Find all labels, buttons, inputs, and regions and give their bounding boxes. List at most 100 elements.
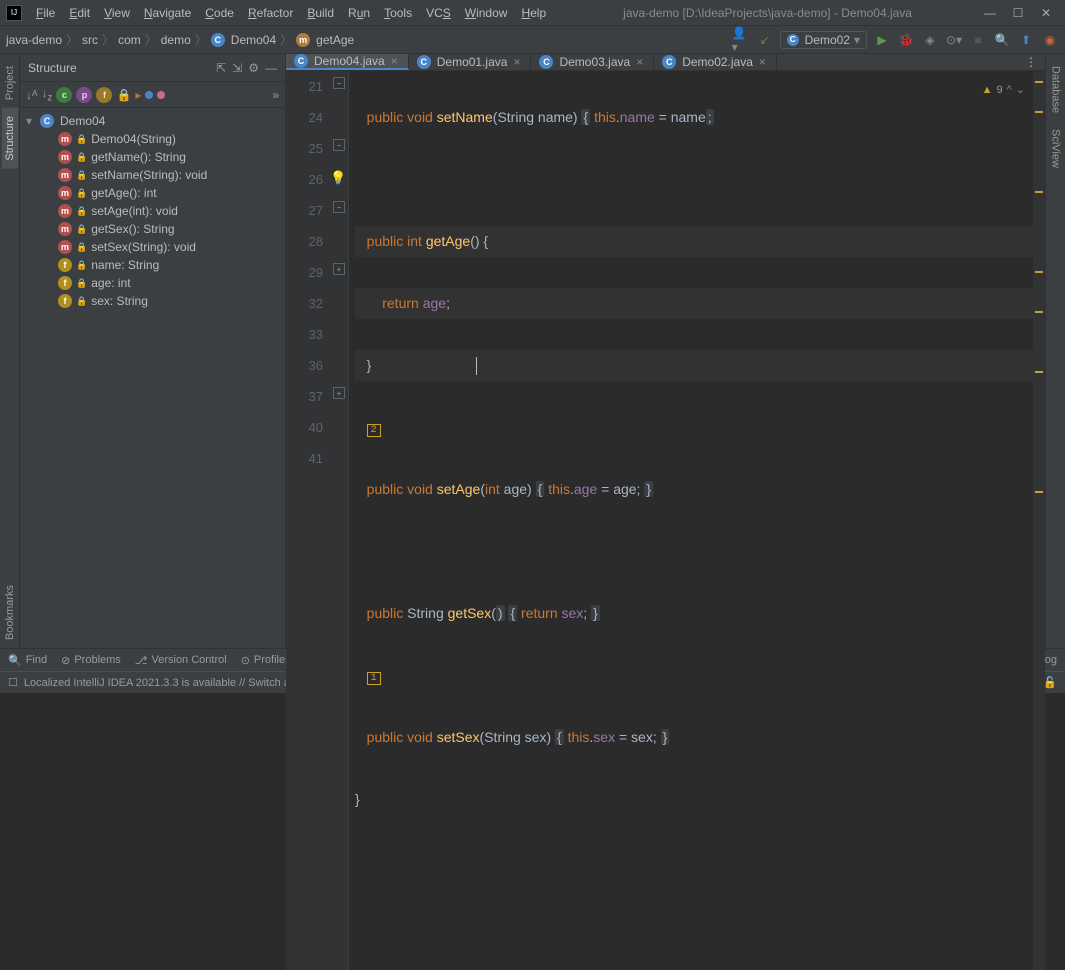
autoscroll-icon[interactable]: ▸	[135, 88, 141, 102]
menu-view[interactable]: View	[98, 4, 136, 22]
build-icon[interactable]: ↙	[756, 31, 774, 49]
tree-root[interactable]: ▾ C Demo04	[20, 112, 285, 130]
menu-edit[interactable]: Edit	[63, 4, 96, 22]
collapse-icon[interactable]: ⇲	[232, 61, 242, 75]
fold-icon[interactable]: −	[333, 201, 345, 213]
editor-body[interactable]: 21242526272829323336374041 − − 💡 − + + p…	[286, 71, 1045, 970]
settings-icon[interactable]: ⚙	[248, 61, 259, 75]
more-toolbar-icon[interactable]: »	[272, 88, 279, 102]
status-readonly-icon[interactable]: 🔓	[1043, 676, 1057, 689]
tool-vcs[interactable]: ⎇ Version Control	[135, 654, 227, 667]
ide-settings-icon[interactable]: ◉	[1041, 31, 1059, 49]
menu-file[interactable]: File	[30, 4, 61, 22]
debug-button[interactable]: 🐞	[897, 31, 915, 49]
filter-pink-icon[interactable]	[157, 91, 165, 99]
editor-tab[interactable]: CDemo02.java×	[654, 54, 777, 70]
tab-database[interactable]: Database	[1048, 58, 1064, 121]
tree-member[interactable]: f🔒name: String	[20, 256, 285, 274]
tool-find[interactable]: 🔍 Find	[8, 654, 47, 667]
editor-tab[interactable]: CDemo03.java×	[531, 54, 654, 70]
run-button[interactable]: ▶	[873, 31, 891, 49]
menu-window[interactable]: Window	[459, 4, 514, 22]
profile-button[interactable]: ⊙▾	[945, 31, 963, 49]
window-title: java-demo [D:\IdeaProjects\java-demo] - …	[552, 6, 983, 20]
line-number: 41	[286, 443, 323, 474]
crumb-class[interactable]: Demo04	[231, 33, 276, 47]
tab-close-icon[interactable]: ×	[389, 54, 400, 68]
editor-tab[interactable]: CDemo01.java×	[409, 54, 532, 70]
tool-problems[interactable]: ⊘ Problems	[61, 654, 121, 667]
inspection-widget[interactable]: ▲ 9 ^⌄	[982, 75, 1025, 106]
titlebar: IJ File Edit View Navigate Code Refactor…	[0, 0, 1065, 26]
tab-close-icon[interactable]: ×	[757, 55, 768, 69]
fold-badge[interactable]: 1	[367, 672, 381, 685]
menu-tools[interactable]: Tools	[378, 4, 418, 22]
tab-close-icon[interactable]: ×	[634, 55, 645, 69]
show-fields-icon[interactable]: f	[96, 87, 112, 103]
menu-code[interactable]: Code	[199, 4, 240, 22]
fold-badge[interactable]: 2	[367, 424, 381, 437]
fold-icon[interactable]: +	[333, 263, 345, 275]
tree-root-label: Demo04	[60, 114, 105, 128]
file-icon: C	[417, 55, 431, 69]
tree-member[interactable]: m🔒setAge(int): void	[20, 202, 285, 220]
tree-member[interactable]: m🔒getSex(): String	[20, 220, 285, 238]
fold-icon[interactable]: +	[333, 387, 345, 399]
marker-strip[interactable]	[1033, 71, 1045, 970]
stop-button[interactable]: ■	[969, 31, 987, 49]
intention-bulb-icon[interactable]: 💡	[330, 170, 346, 186]
add-config-icon[interactable]: 👤▾	[732, 31, 750, 49]
crumb-method[interactable]: getAge	[316, 33, 354, 47]
tabs-more-icon[interactable]: ⋮	[1017, 55, 1045, 69]
tree-member[interactable]: m🔒getName(): String	[20, 148, 285, 166]
tab-project[interactable]: Project	[2, 58, 18, 108]
run-config-selector[interactable]: C Demo02 ▾	[780, 31, 867, 49]
sort-visibility-icon[interactable]: ↓z	[41, 86, 52, 103]
menu-navigate[interactable]: Navigate	[138, 4, 197, 22]
fold-icon[interactable]: −	[333, 77, 345, 89]
maximize-button[interactable]: ☐	[1011, 6, 1025, 20]
status-icon[interactable]: ☐	[8, 676, 18, 689]
close-button[interactable]: ✕	[1039, 6, 1053, 20]
run-config-icon: C	[787, 34, 799, 46]
fold-icon[interactable]: −	[333, 139, 345, 151]
expand-icon[interactable]: ⇱	[216, 61, 226, 75]
tab-close-icon[interactable]: ×	[511, 55, 522, 69]
menu-vcs[interactable]: VCS	[420, 4, 457, 22]
tab-sciview[interactable]: SciView	[1048, 121, 1064, 176]
tab-bookmarks[interactable]: Bookmarks	[2, 577, 18, 648]
show-classes-icon[interactable]: c	[56, 87, 72, 103]
method-icon: m	[58, 150, 72, 164]
menu-build[interactable]: Build	[301, 4, 340, 22]
menu-help[interactable]: Help	[515, 4, 552, 22]
lock-icon: 🔒	[76, 260, 87, 271]
show-properties-icon[interactable]: p	[76, 87, 92, 103]
lock-icon: 🔒	[76, 152, 87, 163]
tree-member[interactable]: f🔒sex: String	[20, 292, 285, 310]
tree-member[interactable]: m🔒setSex(String): void	[20, 238, 285, 256]
tree-member[interactable]: m🔒getAge(): int	[20, 184, 285, 202]
coverage-button[interactable]: ◈	[921, 31, 939, 49]
crumb-com[interactable]: com	[118, 33, 141, 47]
crumb-src[interactable]: src	[82, 33, 98, 47]
tree-member[interactable]: f🔒age: int	[20, 274, 285, 292]
editor-tab[interactable]: CDemo04.java×	[286, 54, 409, 70]
lock-icon: 🔒	[76, 170, 87, 181]
filter-blue-icon[interactable]	[145, 91, 153, 99]
menu-run[interactable]: Run	[342, 4, 376, 22]
tool-profiler[interactable]: ⊙ Profiler	[241, 654, 289, 667]
update-icon[interactable]: ⬆	[1017, 31, 1035, 49]
minimize-button[interactable]: —	[983, 6, 997, 20]
tree-member[interactable]: m🔒setName(String): void	[20, 166, 285, 184]
show-nonpublic-icon[interactable]: 🔒	[116, 88, 131, 102]
tab-structure[interactable]: Structure	[2, 108, 18, 169]
search-icon[interactable]: 🔍	[993, 31, 1011, 49]
tree-member[interactable]: m🔒Demo04(String)	[20, 130, 285, 148]
field-icon: f	[58, 258, 72, 272]
menu-refactor[interactable]: Refactor	[242, 4, 299, 22]
sort-alpha-icon[interactable]: ↓ᴬ	[26, 88, 37, 102]
code-area[interactable]: public void setName(String name) { this.…	[349, 71, 1033, 970]
hide-panel-icon[interactable]: —	[265, 61, 277, 75]
crumb-project[interactable]: java-demo	[6, 33, 62, 47]
crumb-demo[interactable]: demo	[161, 33, 191, 47]
